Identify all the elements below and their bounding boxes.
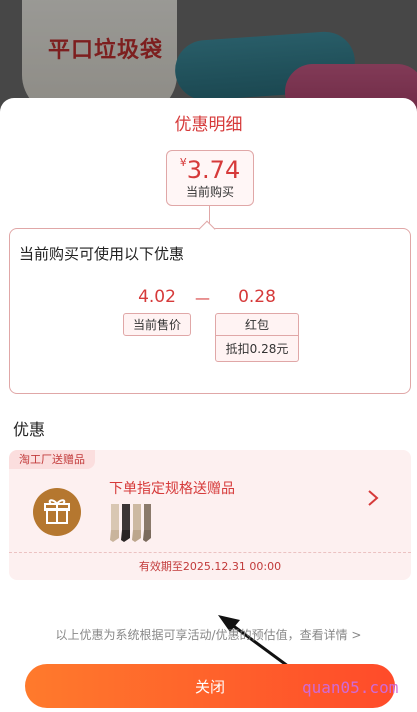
discount-detail-sheet: 优惠明细 ¥3.74 当前购买 当前购买可使用以下优惠 4.02 当前售价 — … bbox=[0, 98, 417, 712]
offer-expiry: 有效期至2025.12.31 00:00 bbox=[9, 552, 411, 580]
socks-gift-thumbnail bbox=[110, 504, 151, 542]
minus-sign: — bbox=[195, 289, 210, 307]
price-label: 当前购买 bbox=[185, 185, 234, 199]
red-packet-value: 0.28 bbox=[238, 287, 276, 307]
offer-title: 下单指定规格送赠品 bbox=[109, 481, 235, 497]
base-price-item: 4.02 当前售价 bbox=[123, 287, 191, 336]
red-packet-deduction: 抵扣0.28元 bbox=[216, 335, 298, 361]
sheet-title: 优惠明细 bbox=[174, 115, 243, 135]
red-packet-tag: 红包 抵扣0.28元 bbox=[215, 313, 299, 362]
price-currency: ¥ bbox=[179, 156, 187, 169]
disclaimer-link[interactable]: 以上优惠为系统根据可享活动/优惠的预估值，查看详情 > bbox=[0, 626, 417, 643]
base-price-value: 4.02 bbox=[138, 287, 176, 307]
offers-section-title: 优惠 bbox=[13, 420, 46, 439]
breakdown-heading: 当前购买可使用以下优惠 bbox=[19, 245, 185, 263]
red-packet-label: 红包 bbox=[244, 318, 269, 332]
current-price-box: ¥3.74 当前购买 bbox=[166, 150, 254, 206]
discount-breakdown-box: 当前购买可使用以下优惠 4.02 当前售价 — 0.28 红包 抵扣0.28元 bbox=[9, 228, 411, 394]
chevron-right-icon[interactable] bbox=[365, 488, 381, 508]
base-price-tag: 当前售价 bbox=[123, 313, 191, 336]
offer-badge: 淘工厂送赠品 bbox=[9, 450, 95, 469]
gift-offer-card[interactable]: 淘工厂送赠品 下单指定规格送赠品 有效期至2025.12.31 00:00 bbox=[9, 450, 411, 580]
gift-icon bbox=[33, 488, 81, 536]
price-value: 3.74 bbox=[186, 156, 241, 184]
red-packet-item: 0.28 红包 抵扣0.28元 bbox=[215, 287, 299, 362]
watermark: quan05.com bbox=[302, 678, 399, 697]
